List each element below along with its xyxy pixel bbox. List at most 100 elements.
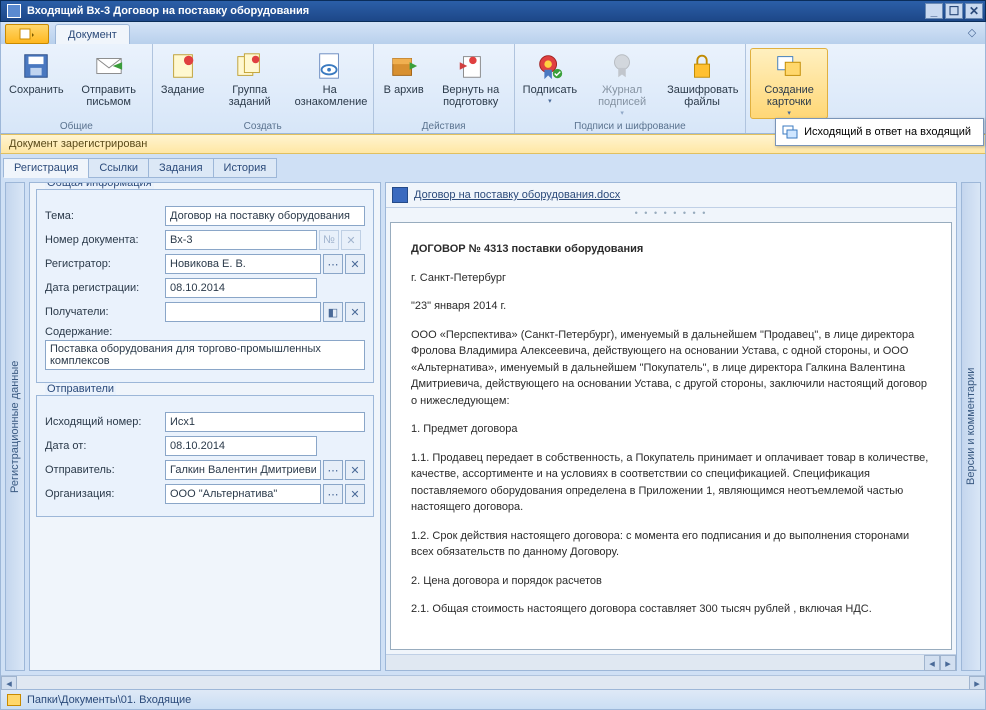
word-icon — [392, 187, 408, 203]
create-card-menu: Исходящий в ответ на входящий — [775, 118, 984, 146]
doc-title: ДОГОВОР № 4313 поставки оборудования — [411, 241, 931, 258]
topic-field[interactable] — [165, 206, 365, 226]
encrypt-button[interactable]: Зашифровать файлы — [663, 48, 741, 110]
label-number: Номер документа: — [45, 234, 165, 246]
doc-text: "23" января 2014 г. — [411, 298, 931, 315]
number-clear-button: ✕ — [341, 230, 361, 250]
create-card-button[interactable]: Создание карточки ▾ — [750, 48, 828, 119]
group-create-label: Создать — [157, 121, 369, 133]
menu-item-outgoing-reply[interactable]: Исходящий в ответ на входящий — [778, 121, 981, 143]
left-sidebar-registration-data[interactable]: Регистрационные данные — [5, 182, 25, 671]
task-group-label: Группа заданий — [215, 84, 285, 108]
content-tabstrip: Регистрация Ссылки Задания История — [1, 156, 985, 178]
return-label: Вернуть на подготовку — [436, 84, 506, 108]
number-field[interactable] — [165, 230, 317, 250]
tab-document[interactable]: Документ — [55, 24, 130, 45]
ribbon-group-general: Сохранить Отправить письмом Общие — [1, 44, 153, 133]
save-button[interactable]: Сохранить — [5, 48, 68, 98]
scroll-right-button[interactable]: ▸ — [969, 676, 985, 690]
content-field[interactable]: Поставка оборудования для торгово-промыш… — [45, 340, 365, 370]
review-button[interactable]: На ознакомление — [291, 48, 369, 110]
sender-clear-button[interactable]: ✕ — [345, 460, 365, 480]
create-card-label: Создание карточки — [754, 84, 824, 108]
org-field[interactable] — [165, 484, 321, 504]
tab-links[interactable]: Ссылки — [88, 158, 149, 178]
sign-label: Подписать — [523, 84, 577, 96]
group-sign-label: Подписи и шифрование — [519, 121, 741, 133]
registrar-lookup-button[interactable]: ⋯ — [323, 254, 343, 274]
doc-text: 2.1. Общая стоимость настоящего договора… — [411, 601, 931, 618]
scroll-left-button[interactable]: ◂ — [924, 655, 940, 671]
app-icon — [7, 4, 21, 18]
tab-history[interactable]: История — [213, 158, 278, 178]
scroll-right-button[interactable]: ▸ — [940, 655, 956, 671]
registrar-clear-button[interactable]: ✕ — [345, 254, 365, 274]
doc-filename-link[interactable]: Договор на поставку оборудования.docx — [414, 189, 620, 201]
recipients-dropdown-button[interactable]: ◧ — [323, 302, 343, 322]
doc-hscrollbar[interactable]: ◂ ▸ — [386, 654, 956, 670]
ribbon-collapse-icon[interactable]: ◇ — [965, 25, 979, 39]
minimize-button[interactable]: _ — [925, 3, 943, 19]
task-group-button[interactable]: Группа заданий — [211, 48, 289, 110]
fieldset-senders-title: Отправители — [45, 383, 116, 395]
ribbon-group-actions: В архив Вернуть на подготовку Действия — [374, 44, 515, 133]
send-mail-button[interactable]: Отправить письмом — [70, 48, 148, 110]
label-outdate: Дата от: — [45, 440, 165, 452]
close-button[interactable]: ✕ — [965, 3, 983, 19]
archive-button[interactable]: В архив — [378, 48, 430, 98]
tab-registration[interactable]: Регистрация — [3, 158, 89, 178]
label-regdate: Дата регистрации: — [45, 282, 165, 294]
scroll-left-button[interactable]: ◂ — [1, 676, 17, 690]
encrypt-label: Зашифровать файлы — [667, 84, 737, 108]
doc-text: г. Санкт-Петербург — [411, 270, 931, 287]
outnum-field[interactable] — [165, 412, 365, 432]
ribbon-tabstrip: Документ ◇ — [0, 22, 986, 44]
task-icon — [167, 50, 199, 82]
review-icon — [314, 50, 346, 82]
document-preview[interactable]: ДОГОВОР № 4313 поставки оборудования г. … — [390, 222, 952, 650]
registrar-field[interactable] — [165, 254, 321, 274]
left-pane: Общая информация Тема: Номер документа: … — [29, 182, 381, 671]
label-recipients: Получатели: — [45, 306, 165, 318]
doc-text: ООО «Перспектива» (Санкт-Петербург), име… — [411, 327, 931, 410]
review-label: На ознакомление — [295, 84, 365, 108]
regdate-field[interactable] — [165, 278, 317, 298]
right-sidebar-versions[interactable]: Версии и комментарии — [961, 182, 981, 671]
sender-field[interactable] — [165, 460, 321, 480]
titlebar: Входящий Вх-3 Договор на поставку оборуд… — [0, 0, 986, 22]
doc-text: 1.2. Срок действия настоящего договора: … — [411, 528, 931, 561]
right-pane: Договор на поставку оборудования.docx • … — [385, 182, 957, 671]
fieldset-general: Общая информация Тема: Номер документа: … — [36, 189, 374, 383]
splitter-grip[interactable]: • • • • • • • • — [386, 208, 956, 218]
label-sender: Отправитель: — [45, 464, 165, 476]
main: Регистрация Ссылки Задания История Регис… — [0, 154, 986, 690]
send-mail-label: Отправить письмом — [74, 84, 144, 108]
group-actions-label: Действия — [378, 121, 510, 133]
org-clear-button[interactable]: ✕ — [345, 484, 365, 504]
ribbon-group-create: Задание Группа заданий На ознакомление С… — [153, 44, 374, 133]
return-prep-button[interactable]: Вернуть на подготовку — [432, 48, 510, 110]
sender-lookup-button[interactable]: ⋯ — [323, 460, 343, 480]
tab-tasks[interactable]: Задания — [148, 158, 213, 178]
return-icon — [455, 50, 487, 82]
chevron-down-icon: ▾ — [548, 97, 552, 105]
label-content: Содержание: — [45, 326, 112, 338]
ribbon-group-sign: Подписать ▾ Журнал подписей ▾ Зашифроват… — [515, 44, 746, 133]
save-icon — [20, 50, 52, 82]
recipients-clear-button[interactable]: ✕ — [345, 302, 365, 322]
card-icon — [782, 124, 798, 140]
app-menu-button[interactable] — [5, 24, 49, 44]
outdate-field[interactable] — [165, 436, 317, 456]
sign-button[interactable]: Подписать ▾ — [519, 48, 581, 107]
org-lookup-button[interactable]: ⋯ — [323, 484, 343, 504]
sign-journal-button: Журнал подписей ▾ — [583, 48, 661, 119]
task-button[interactable]: Задание — [157, 48, 209, 98]
recipients-field[interactable] — [165, 302, 321, 322]
tasks-icon — [234, 50, 266, 82]
maximize-button[interactable]: ☐ — [945, 3, 963, 19]
save-label: Сохранить — [9, 84, 64, 96]
chevron-down-icon: ▾ — [620, 109, 624, 117]
archive-icon — [388, 50, 420, 82]
task-label: Задание — [161, 84, 205, 96]
main-hscrollbar[interactable]: ◂ ▸ — [1, 675, 985, 689]
